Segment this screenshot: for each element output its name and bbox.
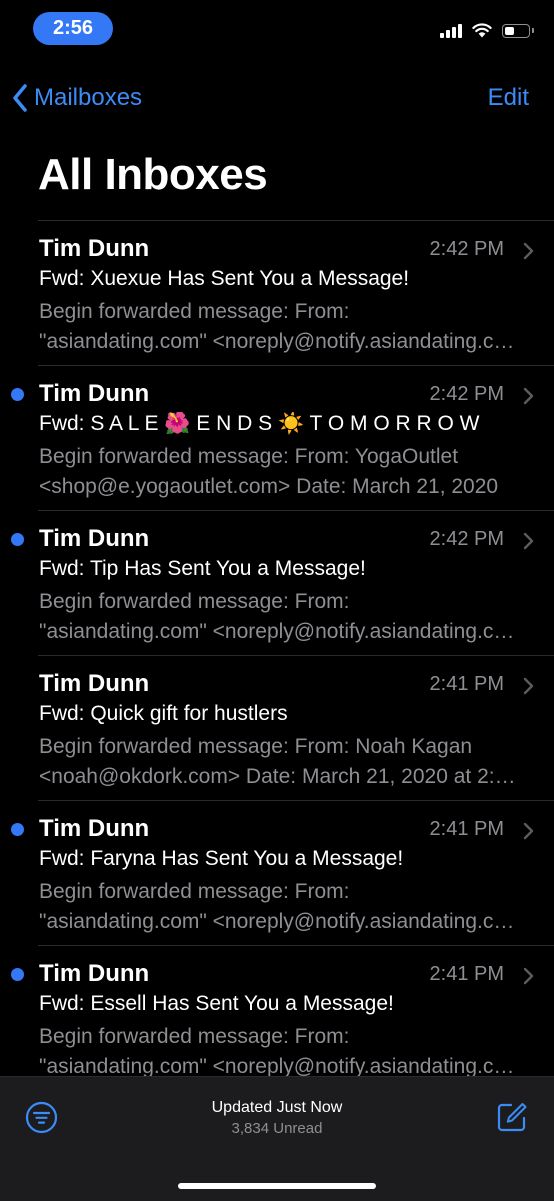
preview-line-2: <shop@e.yogaoutlet.com> Date: March 21, … — [39, 475, 499, 498]
message-sender: Tim Dunn — [39, 815, 150, 842]
preview-line-1: Begin forwarded message: From: — [39, 590, 350, 613]
message-time: 2:41 PM — [429, 963, 504, 985]
preview-line-1: Begin forwarded message: From: YogaOutle… — [39, 445, 459, 468]
message-time: 2:42 PM — [429, 528, 504, 550]
home-indicator — [178, 1183, 376, 1189]
battery-level — [505, 26, 515, 35]
message-row[interactable]: Tim Dunn 2:42 PM Fwd: S A L E 🌺 E N D S … — [0, 366, 554, 510]
chevron-right-icon — [523, 822, 534, 840]
unread-dot-icon — [11, 968, 24, 981]
message-preview: Begin forwarded message: From: YogaOutle… — [39, 442, 521, 502]
message-row[interactable]: Tim Dunn 2:41 PM Fwd: Faryna Has Sent Yo… — [0, 801, 554, 945]
chevron-right-icon — [523, 677, 534, 695]
message-preview: Begin forwarded message: From: "asiandat… — [39, 587, 521, 647]
unread-dot-icon — [11, 388, 24, 401]
preview-line-2: "asiandating.com" <noreply@notify.asiand… — [39, 910, 521, 933]
message-sender: Tim Dunn — [39, 235, 150, 262]
page-title: All Inboxes — [38, 150, 268, 199]
preview-line-1: Begin forwarded message: From: — [39, 300, 350, 323]
unread-dot-icon — [11, 823, 24, 836]
unread-dot-icon — [11, 533, 24, 546]
message-row[interactable]: Tim Dunn 2:42 PM Fwd: Xuexue Has Sent Yo… — [0, 221, 554, 365]
message-time: 2:41 PM — [429, 673, 504, 695]
preview-line-2: "asiandating.com" <noreply@notify.asiand… — [39, 330, 521, 353]
message-sender: Tim Dunn — [39, 525, 150, 552]
wifi-icon — [472, 23, 492, 38]
chevron-right-icon — [523, 387, 534, 405]
message-subject: Fwd: Xuexue Has Sent You a Message! — [39, 267, 410, 290]
message-row[interactable]: Tim Dunn 2:41 PM Fwd: Quick gift for hus… — [0, 656, 554, 800]
preview-line-1: Begin forwarded message: From: — [39, 880, 350, 903]
preview-line-1: Begin forwarded message: From: — [39, 1025, 350, 1048]
message-preview: Begin forwarded message: From: Noah Kaga… — [39, 732, 521, 792]
status-bar: 2:56 — [0, 0, 554, 58]
message-preview: Begin forwarded message: From: "asiandat… — [39, 1022, 521, 1082]
preview-line-2: <noah@okdork.com> Date: March 21, 2020 a… — [39, 765, 521, 788]
edit-button[interactable]: Edit — [488, 80, 529, 116]
message-sender: Tim Dunn — [39, 670, 150, 697]
battery-icon — [502, 23, 534, 38]
compose-icon[interactable] — [496, 1101, 528, 1133]
message-row[interactable]: Tim Dunn 2:42 PM Fwd: Tip Has Sent You a… — [0, 511, 554, 655]
preview-line-2: "asiandating.com" <noreply@notify.asiand… — [39, 620, 521, 643]
mail-update-status: Updated Just Now 3,834 Unread — [0, 1099, 554, 1137]
message-subject: Fwd: Quick gift for hustlers — [39, 702, 288, 725]
message-list: Tim Dunn 2:42 PM Fwd: Xuexue Has Sent Yo… — [0, 220, 554, 1090]
status-icons — [440, 23, 534, 38]
message-preview: Begin forwarded message: From: "asiandat… — [39, 297, 521, 357]
message-subject: Fwd: Tip Has Sent You a Message! — [39, 557, 366, 580]
chevron-right-icon — [523, 532, 534, 550]
message-row[interactable]: Tim Dunn 2:41 PM Fwd: Essell Has Sent Yo… — [0, 946, 554, 1090]
chevron-right-icon — [523, 242, 534, 260]
update-status-text: Updated Just Now — [211, 1099, 343, 1116]
message-time: 2:42 PM — [429, 383, 504, 405]
message-subject: Fwd: Faryna Has Sent You a Message! — [39, 847, 404, 870]
message-subject: Fwd: Essell Has Sent You a Message! — [39, 992, 394, 1015]
message-preview: Begin forwarded message: From: "asiandat… — [39, 877, 521, 937]
back-label: Mailboxes — [34, 84, 143, 111]
status-time[interactable]: 2:56 — [33, 12, 113, 45]
chevron-left-icon — [13, 84, 27, 112]
mailboxes-back-button[interactable]: Mailboxes — [12, 80, 142, 116]
unread-count: 3,834 Unread — [231, 1120, 323, 1137]
message-time: 2:41 PM — [429, 818, 504, 840]
chevron-right-icon — [523, 967, 534, 985]
preview-line-1: Begin forwarded message: From: Noah Kaga… — [39, 735, 473, 758]
message-sender: Tim Dunn — [39, 960, 150, 987]
message-sender: Tim Dunn — [39, 380, 150, 407]
message-subject: Fwd: S A L E 🌺 E N D S ☀️ T O M O R R O … — [39, 412, 480, 435]
cellular-signal-icon — [440, 23, 462, 38]
message-time: 2:42 PM — [429, 238, 504, 260]
